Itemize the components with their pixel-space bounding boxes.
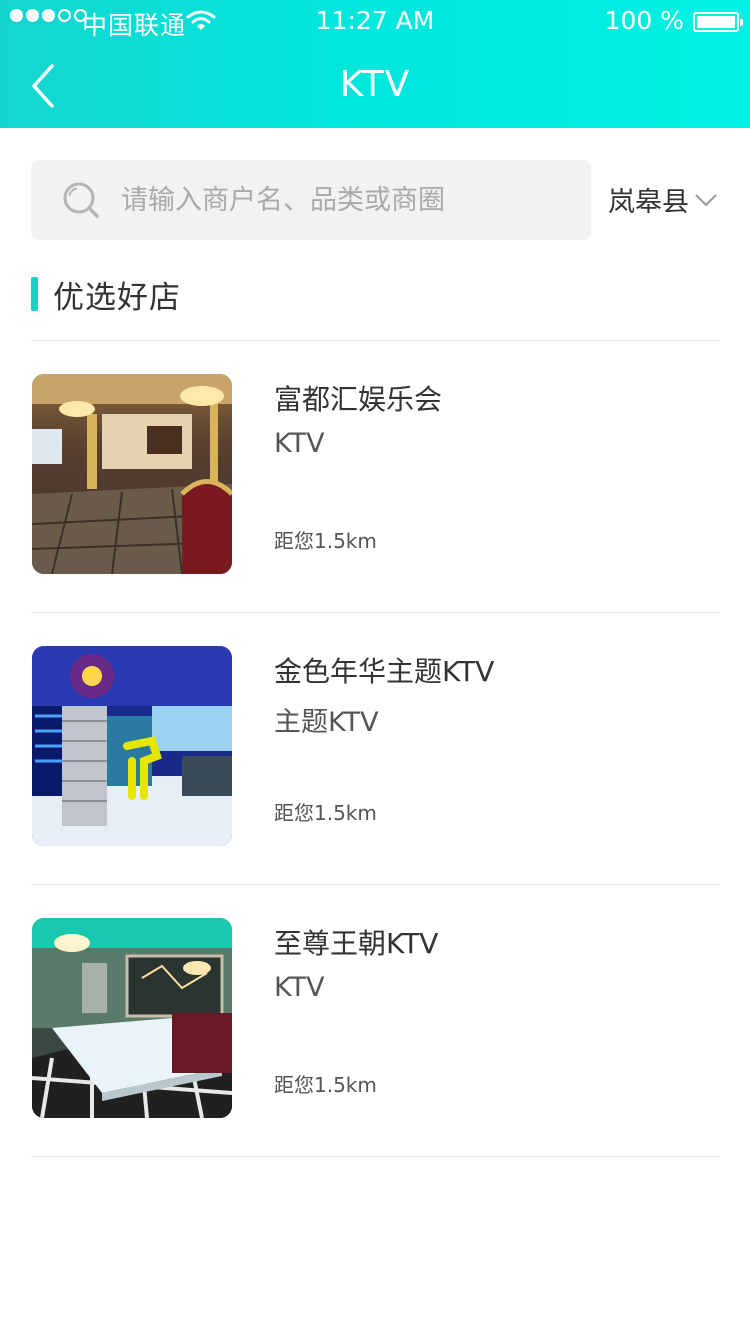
status-bar: 中国联通 11:27 AM 100 % (0, 0, 750, 44)
store-list-item[interactable]: 富都汇娱乐会 KTV 距您1.5km (31, 374, 720, 574)
section-accent-bar (31, 277, 38, 311)
store-photo (32, 374, 232, 574)
chevron-down-icon (695, 193, 717, 206)
store-list-item[interactable]: 金色年华主题KTV 主题KTV 距您1.5km (31, 646, 720, 846)
store-name: 至尊王朝KTV (274, 927, 439, 960)
page-title: KTV (339, 64, 411, 105)
location-label: 岚皋县 (608, 187, 689, 218)
app-header: 中国联通 11:27 AM 100 % KTV (0, 0, 750, 128)
store-category: KTV (274, 972, 325, 1003)
divider (31, 340, 720, 341)
store-category: KTV (274, 428, 325, 459)
nav-bar: KTV (0, 44, 750, 128)
divider (31, 1156, 720, 1157)
store-name: 金色年华主题KTV (274, 655, 495, 688)
store-name: 富都汇娱乐会 (274, 383, 443, 416)
section-title: 优选好店 (53, 279, 181, 316)
section-header: 优选好店 (31, 276, 181, 316)
store-category: 主题KTV (274, 707, 379, 738)
battery-percentage: 100 % (604, 6, 684, 35)
search-bar[interactable] (31, 160, 591, 240)
search-icon (63, 182, 99, 218)
divider (31, 884, 720, 885)
store-photo (32, 646, 232, 846)
search-input[interactable] (121, 160, 576, 240)
store-photo (32, 918, 232, 1118)
store-list-item[interactable]: 至尊王朝KTV KTV 距您1.5km (31, 918, 720, 1118)
location-selector[interactable]: 岚皋县 (608, 180, 717, 219)
store-distance: 距您1.5km (274, 801, 377, 825)
store-distance: 距您1.5km (274, 529, 377, 553)
store-distance: 距您1.5km (274, 1073, 377, 1097)
battery-icon (693, 12, 743, 32)
divider (31, 612, 720, 613)
